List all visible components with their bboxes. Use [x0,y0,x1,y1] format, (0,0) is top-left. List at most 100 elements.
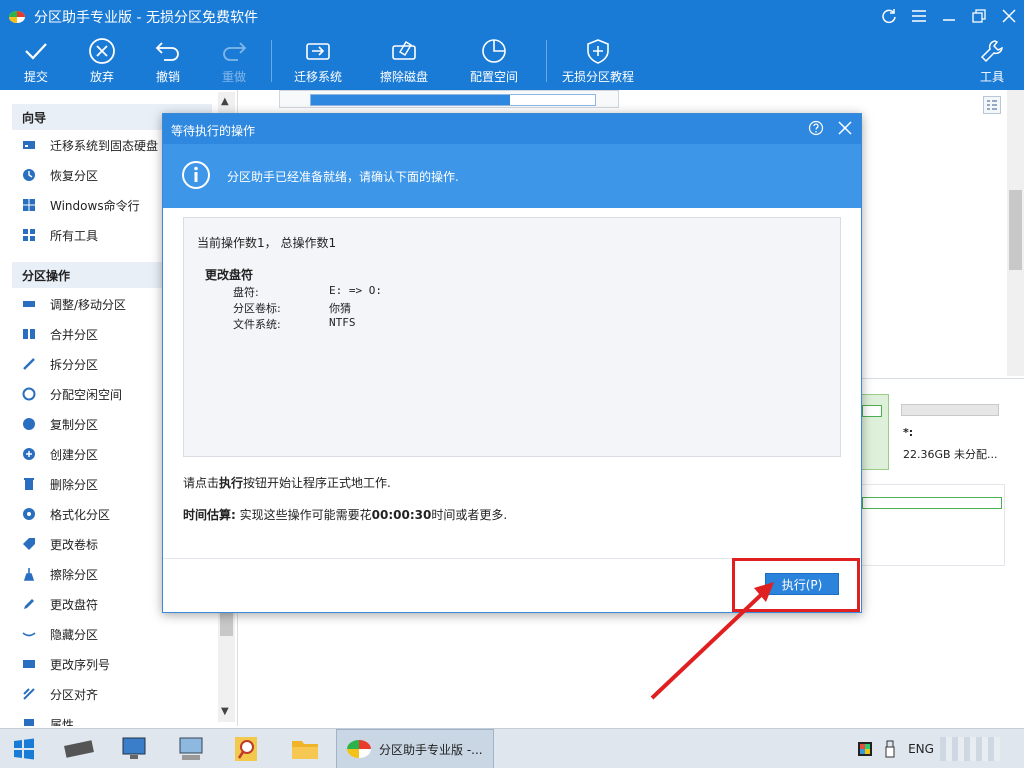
scroll-up-icon[interactable]: ▲ [221,96,229,107]
migrate-system-label: 迁移系统 [293,70,342,84]
time-label: 时间估算: [183,508,236,522]
sidebar-item-split[interactable]: 拆分分区 [22,353,98,375]
color-tray-icon[interactable] [854,729,876,768]
migrate-system-button[interactable]: 迁移系统 [288,32,348,90]
broom-icon [22,567,36,581]
dialog-title: 等待执行的操作 [171,124,256,138]
redo-icon [223,42,247,61]
toolbar-divider [271,40,272,82]
restore-button[interactable] [966,4,992,28]
menu-button[interactable] [906,4,932,28]
partition-usage-fill [311,95,510,105]
info-icon [182,161,210,189]
sidebar-item-format[interactable]: 格式化分区 [22,503,110,525]
allocate-space-label: 配置空间 [469,70,518,84]
dialog-title-bar: 等待执行的操作 [163,114,861,144]
unallocated-partition[interactable]: *: 22.36GB 未分配... [893,394,1005,470]
sidebar-item-merge[interactable]: 合并分区 [22,323,98,345]
recover-icon [22,168,36,182]
sidebar-item-windows-cmd[interactable]: Windows命令行 [22,194,140,216]
tutorial-button[interactable]: 无损分区教程 [558,32,638,90]
discard-button[interactable]: 放弃 [80,32,124,90]
taskbar-app-explorer[interactable] [284,729,326,768]
partition-usage-bar [862,497,1002,509]
erase-disk-button[interactable]: 擦除磁盘 [374,32,434,90]
submit-button[interactable]: 提交 [14,32,58,90]
check-icon [25,43,47,60]
detail-label: 分区卷标: [233,302,281,315]
operation-count: 当前操作数1， 总操作数1 [197,236,337,250]
sidebar-item-align[interactable]: 分区对齐 [22,683,98,705]
usb-tray-icon[interactable] [880,729,900,768]
instruction-bold: 执行 [219,476,244,490]
pending-operations-dialog: 等待执行的操作 分区助手已经准备就绪，请确认下面的操作. 当前操作数1， 总操作… [162,113,862,613]
format-icon [22,507,36,521]
grid-icon [22,228,36,242]
merge-icon [22,327,36,341]
time-prefix: 实现这些操作可能需要花 [239,508,372,522]
unallocated-bar [901,404,999,416]
instruction-prefix: 请点击 [183,476,220,490]
taskbar-app-search[interactable] [226,729,268,768]
taskbar-app-network[interactable] [114,729,156,768]
window-title: 分区助手专业版 - 无损分区免费软件 [34,10,258,26]
sidebar-item-label: 属性 [50,717,75,727]
close-icon [838,121,852,135]
sidebar-item-label: 隐藏分区 [50,627,99,642]
app-logo-icon [9,11,25,23]
language-indicator[interactable]: ENG [904,729,938,768]
partition-assistant-icon [347,740,371,758]
undo-button[interactable]: 撤销 [146,32,190,90]
help-button[interactable] [808,120,826,138]
toolbar-divider [546,40,547,82]
refresh-button[interactable] [876,4,902,28]
annotation-arrow [650,582,774,700]
cancel-circle-icon [89,38,115,64]
sidebar-item-copy[interactable]: 复制分区 [22,413,98,435]
tools-button[interactable]: 工具 [972,32,1012,90]
clock-area[interactable] [940,737,1000,761]
sidebar-item-wipe[interactable]: 擦除分区 [22,563,98,585]
redo-button[interactable]: 重做 [212,32,256,90]
sidebar-item-change-letter[interactable]: 更改盘符 [22,593,98,615]
close-button[interactable] [996,4,1022,28]
partition-row[interactable] [279,90,619,108]
scroll-thumb[interactable] [220,612,233,636]
taskbar: 分区助手专业版 -... ENG [0,728,1024,768]
discard-label: 放弃 [89,70,114,84]
sidebar-item-change-label[interactable]: 更改卷标 [22,533,98,555]
migrate-disk-icon [22,138,36,152]
sidebar-item-label: 更改卷标 [50,537,99,552]
taskbar-app-computer[interactable] [170,729,212,768]
tag-icon [22,537,36,551]
allocate-space-button[interactable]: 配置空间 [464,32,524,90]
main-scrollbar[interactable] [1007,90,1024,376]
sidebar-item-recover-partition[interactable]: 恢复分区 [22,164,98,186]
minimize-button[interactable] [936,4,962,28]
sidebar-item-label: 所有工具 [50,228,99,243]
partition-block-green[interactable] [861,394,889,470]
sidebar-item-label: 分区对齐 [50,687,99,702]
taskbar-active-app[interactable]: 分区助手专业版 -... [336,729,494,768]
main-scroll-thumb[interactable] [1009,190,1022,270]
taskbar-app-chip[interactable] [58,729,100,768]
title-bar: 分区助手专业版 - 无损分区免费软件 [0,0,1024,32]
redo-label: 重做 [221,70,246,84]
start-button[interactable] [6,729,42,768]
sidebar-item-hide[interactable]: 隐藏分区 [22,623,98,645]
tools-label: 工具 [979,70,1004,84]
info-text: 分区助手已经准备就绪，请确认下面的操作. [227,170,459,184]
sidebar-item-migrate-ssd[interactable]: 迁移系统到固态硬盘 [22,134,158,156]
sidebar-item-all-tools[interactable]: 所有工具 [22,224,98,246]
view-toggle-button[interactable] [983,96,1001,114]
sidebar-item-label: 分配空闲空间 [50,387,123,402]
sidebar-item-serial[interactable]: 更改序列号 [22,653,110,675]
sidebar-item-allocate[interactable]: 分配空闲空间 [22,383,122,405]
sidebar-item-properties[interactable]: 属性 [22,713,74,726]
dialog-close-button[interactable] [837,120,855,138]
sidebar-item-resize[interactable]: 调整/移动分区 [22,293,126,315]
sidebar-item-create[interactable]: 创建分区 [22,443,98,465]
scroll-down-icon[interactable]: ▼ [221,706,229,717]
disk-row[interactable] [861,484,1005,566]
sidebar-item-delete[interactable]: 删除分区 [22,473,98,495]
